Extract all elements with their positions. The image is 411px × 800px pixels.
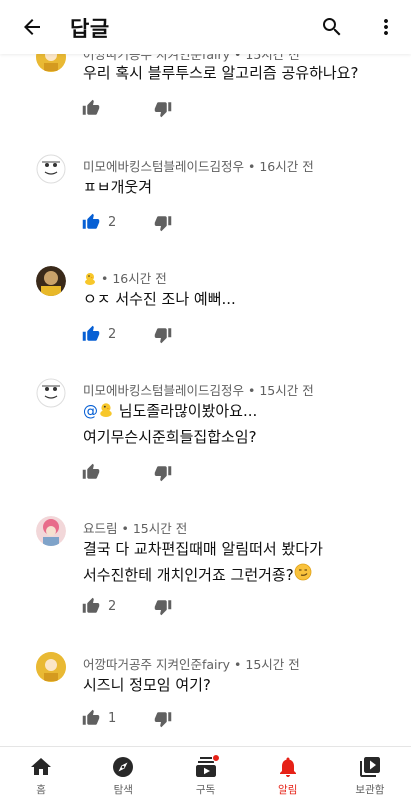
reply-text: 서수진한테 개치인거죠 그런거죵? [83, 566, 294, 584]
explore-icon [113, 757, 134, 777]
nav-notifications[interactable]: 알림 [247, 747, 329, 800]
reply-actions: 1 [82, 706, 172, 730]
thumbs-down-icon [154, 216, 172, 232]
reply-meta: 어깡따거공주 지켜인준fairy • 15시간 전 [83, 657, 300, 672]
bottom-navigation: 홈 탐색 구독 알림 보관함 [0, 746, 411, 800]
nav-library[interactable]: 보관함 [329, 747, 411, 800]
arrow-back-icon [24, 19, 40, 35]
top-app-bar: 답글 [0, 0, 411, 54]
reply-text-line1: 결국 다 교차편집때매 알림떠서 봤다가 [83, 540, 323, 558]
nav-label: 보관함 [355, 784, 385, 796]
nav-subscriptions[interactable]: 구독 [164, 747, 246, 800]
reply-meta: 미모에바킹스텀블레이드김정우 • 16시간 전 [83, 159, 314, 174]
mention-at: @ [83, 402, 98, 420]
thumbs-up-icon [82, 325, 100, 341]
search-icon [323, 18, 341, 36]
search-button[interactable] [308, 3, 356, 51]
reply-text: 우리 혹시 블루투스로 알고리즘 공유하나요? [83, 64, 359, 82]
like-button[interactable]: 2 [82, 213, 118, 231]
like-count: 1 [108, 710, 117, 726]
nav-label: 알림 [278, 784, 298, 796]
avatar[interactable] [36, 154, 66, 184]
new-content-badge [211, 754, 220, 762]
reply-meta: 요드림 • 15시간 전 [83, 521, 188, 536]
nav-label: 홈 [36, 784, 46, 796]
like-button[interactable] [82, 463, 118, 481]
replies-list: 어깡따거공주 지켜인준fairy • 15시간 전 우리 혹시 블루투스로 알고… [0, 0, 411, 746]
dislike-button[interactable] [154, 214, 172, 232]
reply-meta: 미모에바킹스텀블레이드김정우 • 15시간 전 [83, 383, 314, 398]
nav-label: 구독 [195, 784, 216, 796]
reply-text-line1: @ 님도졸라많이봤아요... [83, 398, 257, 425]
reply-actions [82, 460, 172, 484]
dislike-button[interactable] [154, 598, 172, 616]
chick-emoji-icon [98, 399, 114, 425]
thumbs-up-icon [82, 709, 100, 725]
reply-actions: 2 [82, 210, 172, 234]
back-button[interactable] [8, 3, 56, 51]
thumbs-up-icon [82, 99, 100, 115]
dislike-button[interactable] [154, 100, 172, 118]
thumbs-up-icon [82, 597, 100, 613]
reply-actions: 2 [82, 322, 172, 346]
nav-home[interactable]: 홈 [0, 747, 82, 800]
page-title: 답글 [70, 17, 110, 41]
reply-meta: • 16시간 전 [83, 268, 167, 288]
thumbs-up-icon [82, 463, 100, 479]
thumbs-down-icon [154, 328, 172, 344]
notifications-icon [279, 757, 296, 777]
dislike-button[interactable] [154, 326, 172, 344]
smirk-emoji-icon [294, 563, 312, 589]
more-options-button[interactable] [362, 3, 410, 51]
thumbs-down-icon [154, 600, 172, 616]
reply-text: 시즈니 정모임 여기? [83, 676, 211, 694]
reply-actions: 2 [82, 594, 172, 618]
library-icon [359, 757, 380, 777]
thumbs-down-icon [154, 102, 172, 118]
like-button[interactable]: 2 [82, 597, 118, 615]
nav-label: 탐색 [113, 784, 133, 796]
avatar[interactable] [36, 266, 66, 296]
avatar[interactable] [36, 652, 66, 682]
thumbs-up-icon [82, 213, 100, 229]
like-count: 2 [108, 326, 117, 342]
reply-text: 님도졸라많이봤아요... [114, 402, 258, 420]
reply-text-line2: 여기무슨시준희들집합소임? [83, 428, 257, 446]
like-button[interactable]: 2 [82, 325, 118, 343]
reply-actions [82, 96, 172, 120]
reply-text-line2: 서수진한테 개치인거죠 그런거죵? [83, 562, 312, 589]
like-count: 2 [108, 598, 117, 614]
reply-meta-text: • 16시간 전 [100, 271, 167, 286]
dislike-button[interactable] [154, 464, 172, 482]
nav-explore[interactable]: 탐색 [82, 747, 164, 800]
home-icon [31, 758, 52, 775]
reply-text: ㅇㅈ 서수진 조나 예뻐... [83, 290, 236, 308]
like-count: 2 [108, 214, 117, 230]
like-button[interactable] [82, 99, 118, 117]
thumbs-down-icon [154, 466, 172, 482]
reply-text: ㅍㅂ개웃겨 [83, 178, 153, 196]
like-button[interactable]: 1 [82, 709, 118, 727]
avatar[interactable] [36, 516, 66, 546]
more-vert-icon [384, 19, 388, 35]
dislike-button[interactable] [154, 710, 172, 728]
thumbs-down-icon [154, 712, 172, 728]
mention-link[interactable]: @ [83, 402, 114, 420]
avatar[interactable] [36, 378, 66, 408]
